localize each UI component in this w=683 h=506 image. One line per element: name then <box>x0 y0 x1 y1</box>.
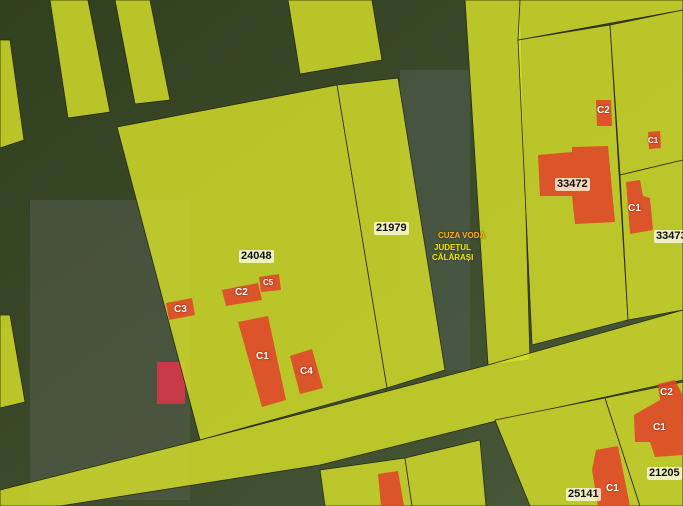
map-canvas <box>0 0 683 506</box>
building-label: C1 <box>606 483 619 494</box>
building-label: C1 <box>256 351 269 362</box>
building-label: C5 <box>263 278 274 287</box>
building-label: C2 <box>597 105 610 116</box>
building-label: C4 <box>300 366 313 377</box>
parcel-label: 21205 <box>647 467 682 480</box>
building-label: C3 <box>174 304 187 315</box>
parcel-label: 33472 <box>555 178 590 191</box>
parcel-label: 21979 <box>374 222 409 235</box>
county-label-line1: JUDEȚUL <box>434 243 471 252</box>
building-label: C2 <box>660 387 673 398</box>
county-label-line2: CĂLĂRAȘI <box>432 253 474 262</box>
parcel-right-top[interactable] <box>609 9 683 176</box>
parcel-label: 33473 <box>654 230 683 243</box>
building-label: C2 <box>235 287 248 298</box>
building-label: C1 <box>628 203 641 214</box>
building-label: C1 <box>648 136 659 145</box>
locality-label: CUZA VODA <box>438 231 486 240</box>
parcel-label: 25141 <box>566 488 601 501</box>
cadastral-map[interactable]: 24048 21979 33472 33473 21205 25141 C1 C… <box>0 0 683 506</box>
building-label: C1 <box>653 422 666 433</box>
parcel-label: 24048 <box>239 250 274 263</box>
